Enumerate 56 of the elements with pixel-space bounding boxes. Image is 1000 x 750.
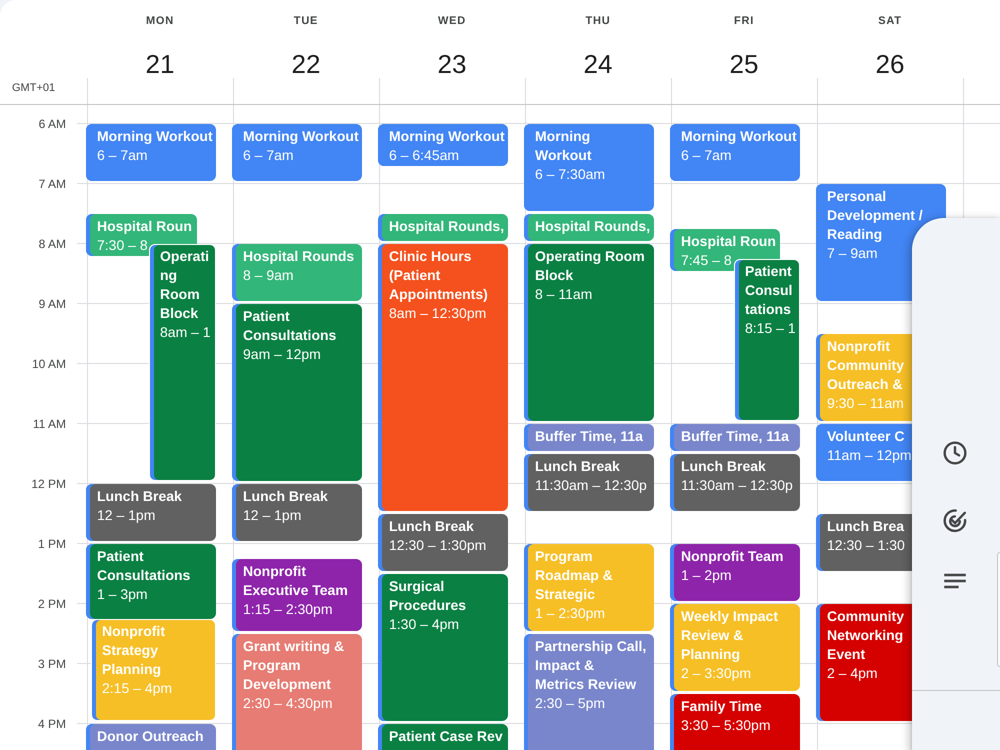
day-number[interactable]: 23 <box>434 47 470 81</box>
calendar-event[interactable]: Patient Case Rev <box>378 724 508 750</box>
time-label: 2 PM <box>38 596 66 612</box>
day-number[interactable]: 26 <box>872 47 908 81</box>
time-label: 8 AM <box>38 236 66 252</box>
calendar-event[interactable]: Family Time 3:30 – 5:30pm <box>670 694 800 750</box>
calendar-event[interactable]: Lunch Break 11:30am – 12:30p <box>524 454 654 511</box>
calendar-event[interactable]: Morning Workout 6 – 7am <box>232 124 362 181</box>
day-number[interactable]: 25 <box>726 47 762 81</box>
description-field[interactable] <box>997 552 1000 667</box>
time-label: 6 AM <box>38 116 66 132</box>
calendar-event[interactable]: Grant writing & Program Development 2:30 – 4:30pm <box>232 634 362 750</box>
clock-icon <box>943 441 967 465</box>
calendar-event[interactable]: Hospital Rounds, <box>378 214 508 241</box>
day-number[interactable]: 24 <box>580 47 616 81</box>
day-name: SAT <box>878 14 902 29</box>
calendar-event[interactable]: Surgical Procedures 1:30 – 4pm <box>378 574 508 721</box>
day-number[interactable]: 21 <box>142 47 178 81</box>
time-label: 9 AM <box>38 296 66 312</box>
calendar-event[interactable]: Morning Workout 6 – 6:45am <box>378 124 508 166</box>
time-label: 3 PM <box>38 656 66 672</box>
day-number[interactable]: 22 <box>288 47 324 81</box>
calendar-event[interactable]: Hospital Rounds, <box>524 214 654 241</box>
calendar-event[interactable]: Buffer Time, 11a <box>524 424 654 451</box>
calendar-event[interactable]: Clinic Hours (Patient Appointments) 8am – 12:30pm <box>378 244 508 511</box>
day-name: THU <box>585 14 610 29</box>
calendar-event[interactable]: Donor Outreach <box>86 724 216 750</box>
calendar-event[interactable]: Nonprofit Executive Team 1:15 – 2:30pm <box>232 559 362 631</box>
calendar-event[interactable]: Hospital Rounds 8 – 9am <box>232 244 362 301</box>
calendar-event[interactable]: Patient Consultations 9am – 12pm <box>232 304 362 481</box>
day-name: MON <box>146 14 174 29</box>
target-icon <box>943 509 967 533</box>
day-name: WED <box>438 14 466 29</box>
time-label: 7 AM <box>38 176 66 192</box>
calendar-event[interactable]: Patient Consultations 1 – 3pm <box>86 544 216 619</box>
calendar-event[interactable]: Morning Workout 6 – 7am <box>86 124 216 181</box>
calendar-event[interactable]: Buffer Time, 11a <box>670 424 800 451</box>
calendar-event[interactable]: Lunch Break 12:30 – 1:30pm <box>378 514 508 571</box>
calendar-event[interactable]: Morning Workout 6 – 7am <box>670 124 800 181</box>
time-label: 12 PM <box>31 476 66 492</box>
day-name: FRI <box>734 14 754 29</box>
calendar-event[interactable]: Lunch Break 11:30am – 12:30p <box>670 454 800 511</box>
calendar-event[interactable]: Lunch Break 12 – 1pm <box>86 484 216 541</box>
calendar-event[interactable]: Lunch Break 12 – 1pm <box>232 484 362 541</box>
time-label: 11 AM <box>32 416 66 432</box>
calendar-event[interactable]: Operating Room Block 8am – 1 <box>149 244 216 481</box>
calendar-event[interactable]: Partnership Call, Impact & Metrics Review 2:30 – 5pm <box>524 634 654 750</box>
time-label: 4 PM <box>38 716 66 732</box>
timezone-label: GMT+01 <box>12 81 56 96</box>
day-name: TUE <box>294 14 318 29</box>
calendar-event[interactable]: Patient Consultations 8:15 – 1 <box>734 259 800 421</box>
calendar-event[interactable]: Operating Room Block 8 – 11am <box>524 244 654 421</box>
time-label: 1 PM <box>38 536 66 552</box>
calendar-event[interactable]: Nonprofit Team 1 – 2pm <box>670 544 800 601</box>
calendar-event[interactable]: Morning Workout 6 – 7:30am <box>524 124 654 211</box>
time-label: 10 AM <box>32 356 66 372</box>
